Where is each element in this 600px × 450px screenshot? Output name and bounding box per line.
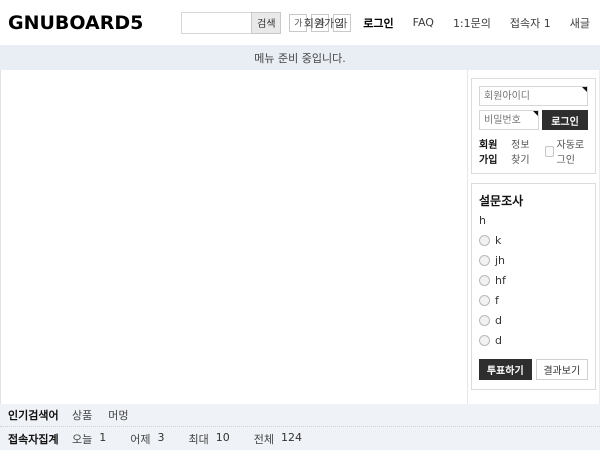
radio-icon[interactable] xyxy=(479,255,490,266)
find-info-link[interactable]: 정보찾기 xyxy=(511,136,537,166)
visitor-stat-yesterday: 어제 3 xyxy=(130,431,164,447)
visitor-stat-today: 오늘 1 xyxy=(72,431,106,447)
poll-option[interactable]: jh xyxy=(479,254,588,267)
poll-option-label: d xyxy=(495,334,502,347)
menu-notice-bar: 메뉴 준비 중입니다. xyxy=(0,45,600,70)
main-content-empty xyxy=(1,70,467,404)
sidebar: 로그인 회원가입 정보찾기 자동로그인 설문조사 h k xyxy=(467,70,599,404)
popular-search-item[interactable]: 머멍 xyxy=(108,407,128,423)
stat-key: 전체 xyxy=(254,431,274,447)
search-input[interactable] xyxy=(181,12,251,34)
password-input[interactable] xyxy=(479,110,539,130)
poll-option-label: k xyxy=(495,234,501,247)
site-logo[interactable]: GNUBOARD5 xyxy=(8,12,143,34)
radio-icon[interactable] xyxy=(479,275,490,286)
poll-option-label: f xyxy=(495,294,499,307)
poll-option-label: jh xyxy=(495,254,505,267)
nav-qna[interactable]: 1:1문의 xyxy=(453,15,491,31)
nav-signup[interactable]: 회원가입 xyxy=(304,15,344,31)
login-button[interactable]: 로그인 xyxy=(542,110,588,130)
poll-option-label: d xyxy=(495,314,502,327)
radio-icon[interactable] xyxy=(479,295,490,306)
login-links: 회원가입 정보찾기 자동로그인 xyxy=(479,136,588,166)
stat-value: 124 xyxy=(281,431,302,447)
poll-option[interactable]: d xyxy=(479,314,588,327)
poll-option[interactable]: f xyxy=(479,294,588,307)
search-box: 검색 xyxy=(181,12,281,34)
member-id-field-wrap xyxy=(479,86,588,106)
login-box: 로그인 회원가입 정보찾기 자동로그인 xyxy=(471,78,596,174)
poll-buttons: 투표하기 결과보기 xyxy=(479,359,588,380)
radio-icon[interactable] xyxy=(479,315,490,326)
header: GNUBOARD5 검색 가 가 가 회원가입 로그인 FAQ 1:1문의 접속… xyxy=(0,0,600,45)
poll-title: 설문조사 xyxy=(479,192,588,209)
password-row: 로그인 xyxy=(479,110,588,130)
popular-search-item[interactable]: 상품 xyxy=(72,407,92,423)
nav-new-posts[interactable]: 새글 xyxy=(570,15,590,31)
menu-notice-text: 메뉴 준비 중입니다. xyxy=(254,50,345,66)
signup-link[interactable]: 회원가입 xyxy=(479,136,505,166)
nav-login[interactable]: 로그인 xyxy=(363,15,393,31)
stat-value: 3 xyxy=(158,431,165,447)
stat-value: 1 xyxy=(99,431,106,447)
member-id-input[interactable] xyxy=(479,86,588,106)
poll-result-button[interactable]: 결과보기 xyxy=(536,359,589,380)
stat-key: 오늘 xyxy=(72,431,92,447)
popular-search-row: 인기검색어 상품 머멍 xyxy=(0,404,600,427)
search-button[interactable]: 검색 xyxy=(251,12,281,34)
visitor-stats-label: 접속자집계 xyxy=(8,431,68,447)
poll-vote-button[interactable]: 투표하기 xyxy=(479,359,532,380)
auto-login-toggle[interactable]: 자동로그인 xyxy=(545,136,588,166)
poll-option[interactable]: d xyxy=(479,334,588,347)
stat-key: 어제 xyxy=(130,431,150,447)
visitor-stats-row: 접속자집계 오늘 1 어제 3 최대 10 전체 124 xyxy=(0,427,600,450)
popular-search-label: 인기검색어 xyxy=(8,407,68,423)
required-marker-icon xyxy=(582,87,587,92)
auto-login-checkbox[interactable] xyxy=(545,146,553,157)
stat-value: 10 xyxy=(216,431,230,447)
main-area: 로그인 회원가입 정보찾기 자동로그인 설문조사 h k xyxy=(0,70,600,404)
required-marker-icon xyxy=(533,111,538,116)
radio-icon[interactable] xyxy=(479,335,490,346)
popular-search-items: 상품 머멍 xyxy=(72,407,129,423)
poll-option[interactable]: k xyxy=(479,234,588,247)
stat-key: 최대 xyxy=(189,431,209,447)
nav-connected-users[interactable]: 접속자 1 xyxy=(510,15,551,31)
visitor-stat-max: 최대 10 xyxy=(189,431,230,447)
visitor-stats: 오늘 1 어제 3 최대 10 전체 124 xyxy=(72,431,326,447)
poll-option[interactable]: hf xyxy=(479,274,588,287)
footer: 인기검색어 상품 머멍 접속자집계 오늘 1 어제 3 최대 10 xyxy=(0,404,600,450)
password-field-wrap xyxy=(479,110,539,130)
auto-login-label: 자동로그인 xyxy=(557,136,589,166)
visitor-stat-total: 전체 124 xyxy=(254,431,302,447)
poll-option-label: hf xyxy=(495,274,506,287)
nav-faq[interactable]: FAQ xyxy=(413,16,434,29)
poll-question: h xyxy=(479,214,588,227)
radio-icon[interactable] xyxy=(479,235,490,246)
poll-box: 설문조사 h k jh hf f xyxy=(471,183,596,390)
top-nav: 회원가입 로그인 FAQ 1:1문의 접속자 1 새글 xyxy=(304,0,590,45)
page: GNUBOARD5 검색 가 가 가 회원가입 로그인 FAQ 1:1문의 접속… xyxy=(0,0,600,450)
